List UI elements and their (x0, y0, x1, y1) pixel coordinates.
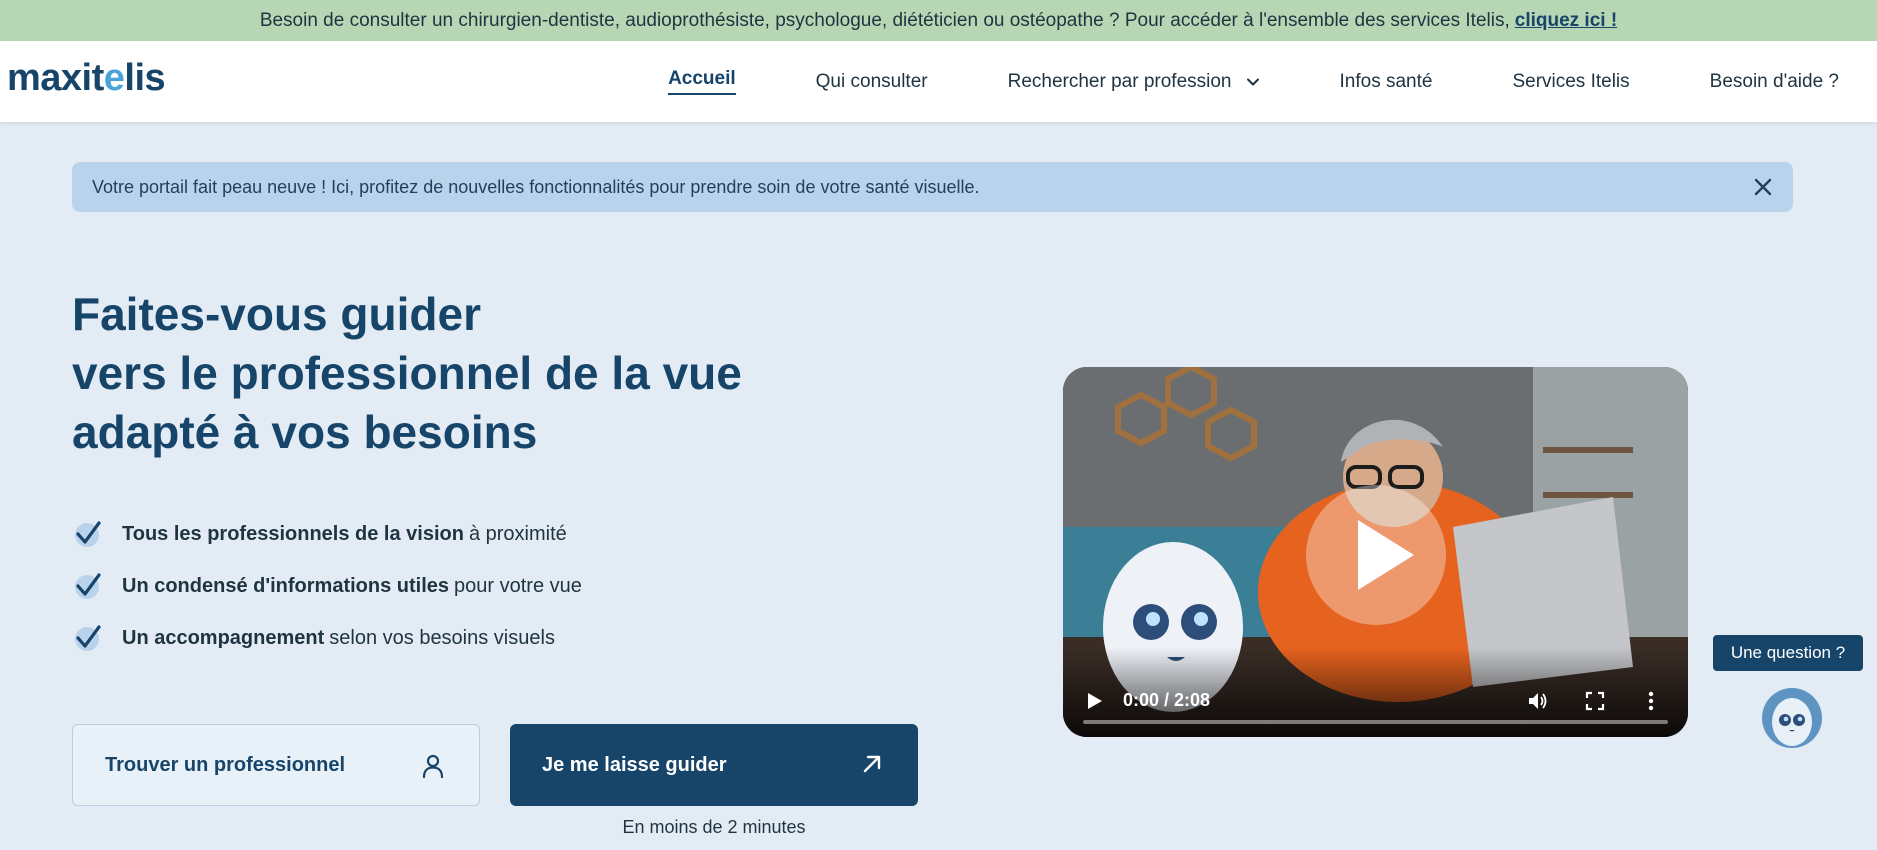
nav-label-rechercher: Rechercher par profession (1007, 70, 1232, 92)
nav-item-accueil[interactable]: Accueil (628, 68, 776, 95)
top-banner: Besoin de consulter un chirurgien-dentis… (0, 0, 1877, 41)
guide-subtitle: En moins de 2 minutes (622, 817, 806, 837)
hero-title: Faites-vous guider vers le professionnel… (72, 285, 832, 462)
play-overlay-button[interactable] (1306, 485, 1446, 625)
arrow-up-right-icon (863, 755, 881, 773)
feature-list: Tous les professionnels de la vision à p… (72, 508, 582, 664)
guide-me-label: Je me laisse guider (542, 753, 727, 776)
logo-text-part3: lis (124, 57, 166, 99)
list-item: Un accompagnement selon vos besoins visu… (72, 612, 582, 664)
close-icon[interactable] (1751, 175, 1775, 199)
chevron-down-icon (1246, 78, 1259, 85)
find-professional-label: Trouver un professionnel (105, 753, 346, 776)
fullscreen-icon[interactable] (1584, 690, 1606, 712)
list-item: Tous les professionnels de la vision à p… (72, 508, 582, 560)
nav-label-infos-sante: Infos santé (1339, 70, 1433, 92)
feature-bold: Un condensé d'informations utiles (122, 574, 450, 597)
more-options-icon[interactable] (1640, 690, 1662, 712)
top-banner-text: Besoin de consulter un chirurgien-dentis… (259, 9, 1510, 31)
nav-label-qui-consulter: Qui consulter (815, 70, 928, 92)
main-nav: Accueil Qui consulter Rechercher par pro… (628, 41, 1839, 122)
maxitelis-logo[interactable]: maxit e lis (7, 57, 166, 100)
chatbot-avatar[interactable] (1762, 688, 1822, 748)
nav-label-services-itelis: Services Itelis (1512, 70, 1630, 92)
hero-title-line1: Faites-vous guider (72, 288, 481, 340)
nav-label-besoin-aide: Besoin d'aide ? (1709, 70, 1839, 92)
guide-me-button[interactable]: Je me laisse guider (510, 724, 918, 806)
hero-title-line3: adapté à vos besoins (72, 406, 538, 458)
hero-title-line2: vers le professionnel de la vue (72, 347, 742, 399)
find-professional-button[interactable]: Trouver un professionnel (72, 724, 480, 806)
volume-icon[interactable] (1526, 690, 1548, 712)
nav-item-infos-sante[interactable]: Infos santé (1300, 71, 1473, 93)
list-item: Un condensé d'informations utiles pour v… (72, 560, 582, 612)
logo-text-accent: e (103, 57, 125, 99)
nav-item-rechercher-par-profession[interactable]: Rechercher par profession (968, 71, 1300, 93)
video-player[interactable]: 0:00 / 2:08 (1063, 367, 1688, 737)
video-progress-bar[interactable] (1083, 720, 1668, 724)
video-time: 0:00 / 2:08 (1123, 690, 1211, 710)
feature-rest: selon vos besoins visuels (329, 626, 555, 649)
site-header: maxit e lis Accueil Qui consulter Recherch… (0, 41, 1877, 122)
nav-item-qui-consulter[interactable]: Qui consulter (776, 71, 968, 93)
logo-text-part1: maxit (7, 57, 104, 99)
nav-label-accueil: Accueil (668, 68, 736, 95)
feature-bold: Tous les professionnels de la vision (122, 522, 464, 545)
chat-question-badge[interactable]: Une question ? (1713, 635, 1863, 671)
check-icon (75, 521, 101, 547)
play-icon[interactable] (1083, 690, 1105, 712)
feature-rest: à proximité (468, 522, 567, 545)
nav-item-services-itelis[interactable]: Services Itelis (1472, 71, 1669, 93)
user-icon (422, 754, 444, 779)
feature-bold: Un accompagnement (122, 626, 325, 649)
video-controls: 0:00 / 2:08 (1063, 647, 1688, 737)
chatbot-mascot-icon (1772, 698, 1812, 746)
nav-item-besoin-aide[interactable]: Besoin d'aide ? (1670, 71, 1839, 93)
notice-text: Votre portail fait peau neuve ! Ici, pro… (92, 176, 980, 197)
notice-banner: Votre portail fait peau neuve ! Ici, pro… (72, 162, 1793, 212)
feature-rest: pour votre vue (454, 574, 582, 597)
top-banner-link[interactable]: cliquez ici ! (1515, 10, 1617, 32)
check-icon (75, 625, 101, 651)
check-icon (75, 573, 101, 599)
